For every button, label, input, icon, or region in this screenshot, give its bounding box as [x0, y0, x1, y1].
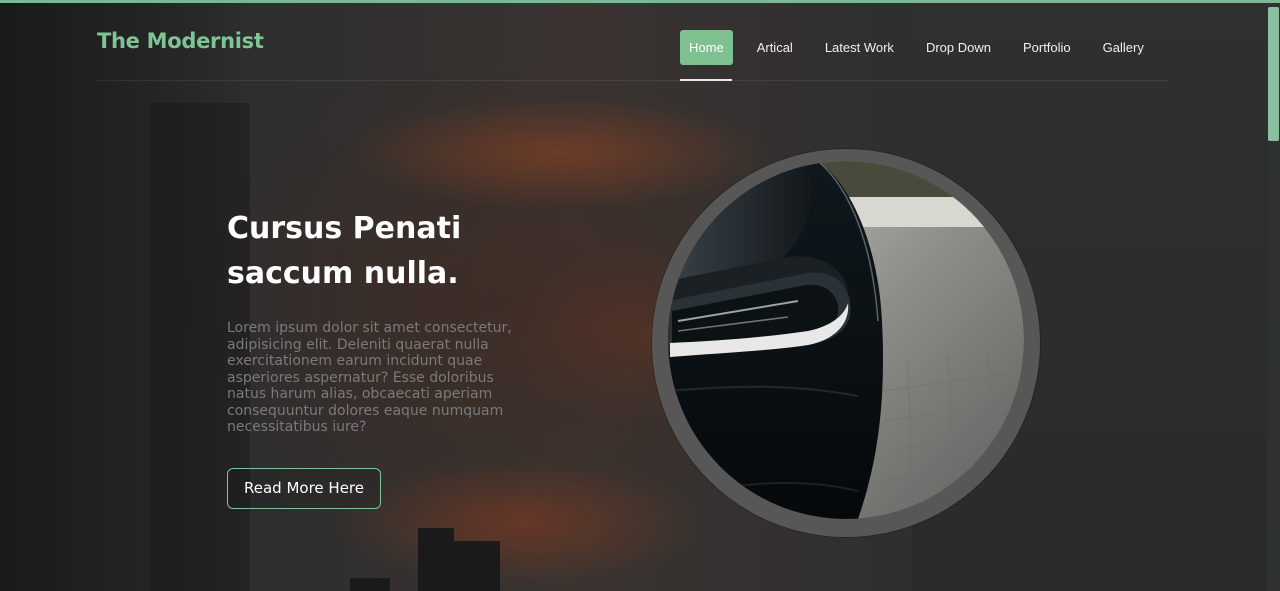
read-more-button[interactable]: Read More Here [227, 468, 381, 509]
scrollbar-thumb[interactable] [1268, 7, 1279, 141]
nav-item-gallery[interactable]: Gallery [1087, 30, 1160, 65]
nav-item-artical[interactable]: Artical [741, 30, 809, 65]
nav-active-indicator [680, 79, 732, 81]
nav-item-home[interactable]: Home [680, 30, 733, 65]
hero-title-line-1: Cursus Penati [227, 211, 462, 246]
nav-item-latest-work[interactable]: Latest Work [809, 30, 910, 65]
building-silhouette [454, 541, 500, 591]
header-divider [97, 80, 1169, 81]
nav-item-portfolio[interactable]: Portfolio [1007, 30, 1087, 65]
car-headlight-image [668, 161, 1024, 519]
building-silhouette [350, 578, 390, 591]
scrollbar[interactable] [1267, 3, 1280, 591]
hero-title: Cursus Penati saccum nulla. [227, 206, 527, 296]
hero-title-line-2: saccum nulla. [227, 256, 459, 291]
building-silhouette [418, 528, 454, 591]
brand-logo[interactable]: The Modernist [97, 29, 264, 53]
car-headlight-illustration [668, 161, 1024, 519]
hero-description: Lorem ipsum dolor sit amet consectetur, … [227, 320, 512, 435]
page: The Modernist Home Artical Latest Work D… [0, 0, 1280, 591]
main-nav: Home Artical Latest Work Drop Down Portf… [680, 30, 1160, 65]
nav-item-drop-down[interactable]: Drop Down [910, 30, 1007, 65]
